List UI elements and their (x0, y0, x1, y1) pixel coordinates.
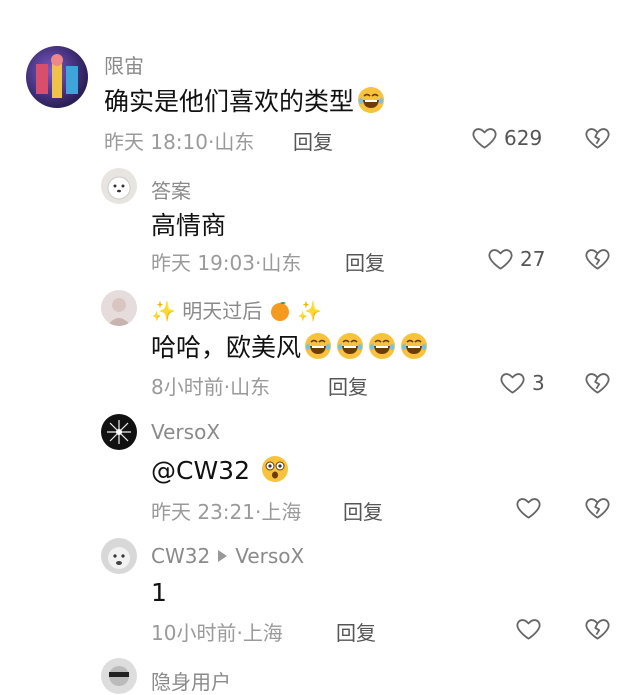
reply-button[interactable]: 回复 (336, 617, 376, 646)
like-count: 3 (532, 370, 545, 395)
username[interactable]: 答案 (151, 175, 191, 204)
broken-heart-icon[interactable] (584, 615, 611, 642)
username-text: 明天过后 (182, 299, 263, 323)
comment-location: 上海 (242, 621, 283, 645)
broken-heart-icon[interactable] (584, 494, 611, 521)
avatar[interactable] (26, 46, 88, 108)
comment-meta: 昨天 23:21·上海 (151, 496, 301, 525)
reply-arrow-icon (218, 550, 228, 562)
avatar[interactable] (101, 168, 137, 204)
comment-meta: 10小时前·上海 (151, 617, 283, 646)
comment-text: 确实是他们喜欢的类型 (104, 82, 386, 118)
comment-text: 1 (151, 578, 167, 607)
heart-icon (515, 494, 542, 521)
reply-button[interactable]: 回复 (345, 247, 385, 276)
shocked-emoji-icon (260, 454, 290, 484)
laugh-sweat-emoji-icon (367, 331, 397, 361)
reply-button[interactable]: 回复 (293, 126, 333, 155)
comment-text: 高情商 (151, 211, 227, 240)
comment-time: 昨天 19:03 (151, 251, 255, 275)
comment-text-content: 哈哈，欧美风 (151, 333, 302, 362)
comment-meta: 昨天 19:03·山东 (151, 247, 301, 276)
username[interactable]: VersoX (151, 420, 220, 444)
comment-time: 10小时前 (151, 621, 237, 645)
heart-icon (515, 615, 542, 642)
orange-icon (270, 302, 289, 321)
like-button[interactable]: 629 (471, 124, 542, 151)
like-button[interactable]: 27 (487, 245, 545, 272)
reply-button[interactable]: 回复 (328, 371, 368, 400)
reply-button[interactable]: 回复 (343, 496, 383, 525)
comment-meta: 8小时前·山东 (151, 371, 270, 400)
rolling-laugh-emoji-icon (356, 85, 386, 115)
laugh-sweat-emoji-icon (335, 331, 365, 361)
laugh-sweat-emoji-icon (399, 331, 429, 361)
broken-heart-icon[interactable] (584, 245, 611, 272)
laugh-sweat-emoji-icon (303, 331, 333, 361)
heart-icon (471, 124, 498, 151)
broken-heart-icon[interactable] (584, 124, 611, 151)
comment-time: 昨天 18:10 (104, 130, 208, 154)
username[interactable]: 隐身用户 (151, 666, 231, 695)
username[interactable]: CW32 VersoX (151, 544, 304, 568)
avatar[interactable] (101, 414, 137, 450)
avatar[interactable] (101, 538, 137, 574)
comment-text: 哈哈，欧美风 (151, 328, 429, 364)
comment-time: 昨天 23:21 (151, 500, 255, 524)
broken-heart-icon[interactable] (584, 369, 611, 396)
like-count: 629 (504, 125, 543, 150)
like-count: 27 (520, 246, 546, 271)
comment-text-content: 确实是他们喜欢的类型 (104, 87, 355, 116)
username[interactable]: ✨ 明天过后 ✨ (151, 295, 322, 324)
avatar[interactable] (101, 658, 137, 694)
sparkle-icon: ✨ (151, 299, 176, 323)
username-text: CW32 (151, 544, 211, 568)
comment-meta: 昨天 18:10·山东 (104, 126, 254, 155)
like-button[interactable] (515, 615, 542, 642)
avatar[interactable] (101, 290, 137, 326)
comment-location: 山东 (261, 251, 302, 275)
like-button[interactable]: 3 (499, 369, 545, 396)
mention-text[interactable]: @CW32 (151, 456, 250, 485)
username[interactable]: 限宙 (104, 50, 144, 79)
like-button[interactable] (515, 494, 542, 521)
comment-time: 8小时前 (151, 375, 224, 399)
reply-to-username[interactable]: VersoX (235, 544, 304, 568)
comment-location: 上海 (261, 500, 302, 524)
sparkle-icon: ✨ (296, 299, 322, 323)
comment-text: @CW32 (151, 454, 290, 485)
comment-location: 山东 (214, 130, 255, 154)
heart-icon (499, 369, 526, 396)
heart-icon (487, 245, 514, 272)
comment-location: 山东 (230, 375, 271, 399)
